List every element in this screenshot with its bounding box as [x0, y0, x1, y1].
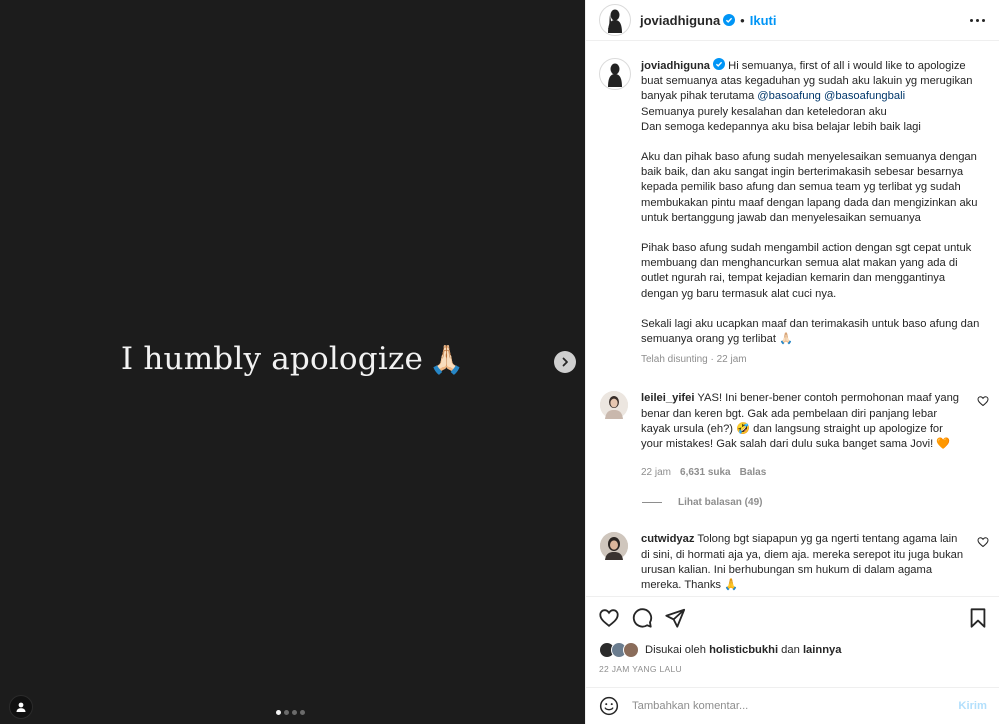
caption-paragraph-1b: Semuanya purely kesalahan dan keteledora…: [641, 105, 887, 118]
user-icon: [16, 702, 26, 712]
comment-icon: [632, 607, 653, 628]
heart-outline-icon[interactable]: [977, 395, 989, 407]
liker-avatar: [623, 642, 639, 658]
carousel-dot: [284, 710, 289, 715]
caption-paragraph-3: Pihak baso afung sudah mengambil action …: [641, 242, 972, 300]
verified-badge-icon: [713, 58, 725, 70]
bookmark-icon: [970, 607, 986, 628]
pray-emoji: 🙏🏻: [429, 343, 465, 376]
caption-text: joviadhiguna Hi semuanya, first of all i…: [641, 58, 981, 367]
caption-paragraph-4: Sekali lagi aku ucapkan maaf dan terimak…: [641, 317, 980, 346]
post-caption: joviadhiguna Hi semuanya, first of all i…: [586, 42, 999, 367]
liked-by-user[interactable]: holisticbukhi: [709, 644, 778, 656]
comment-button[interactable]: [631, 607, 653, 629]
avatar-photo-icon: [600, 532, 628, 561]
post-timestamp[interactable]: 22 JAM YANG LALU: [599, 664, 682, 674]
like-button[interactable]: [598, 607, 620, 629]
comment-composer: Kirim: [586, 687, 999, 724]
mention-link[interactable]: @basoafung: [757, 90, 821, 102]
mention-link[interactable]: @basoafungbali: [824, 90, 905, 102]
header-separator: •: [740, 12, 745, 28]
carousel-indicator: [276, 710, 305, 715]
post-sidebar: joviadhiguna • Ikuti joviadhiguna Hi sem…: [585, 0, 999, 724]
avatar-silhouette-icon: [608, 63, 622, 87]
comment-item: leilei_yifei YAS! Ini bener-bener contoh…: [586, 391, 999, 480]
media-caption-text: I humbly apologize 🙏🏻: [0, 341, 585, 377]
liked-by: Disukai oleh holisticbukhi dan lainnya: [599, 642, 985, 658]
share-button[interactable]: [664, 607, 686, 629]
chevron-right-icon: [562, 357, 568, 367]
caption-paragraph-2: Aku dan pihak baso afung sudah menyelesa…: [641, 151, 978, 224]
commenter-avatar[interactable]: [600, 532, 628, 561]
comments-scroll-area[interactable]: joviadhiguna Hi semuanya, first of all i…: [586, 42, 999, 595]
commenter-username[interactable]: cutwidyaz: [641, 533, 694, 545]
comment-likes[interactable]: 6,631 suka: [680, 465, 731, 480]
emoji-icon[interactable]: [599, 696, 619, 716]
commenter-avatar[interactable]: [600, 391, 628, 420]
carousel-dot: [300, 710, 305, 715]
caption-username[interactable]: joviadhiguna: [641, 60, 710, 72]
comment-time: 22 jam: [641, 467, 672, 479]
comment-meta: 22 jam 6,631 suka Balas: [641, 465, 965, 480]
comment-body: cutwidyaz Tolong bgt siapapun yg ga nger…: [641, 532, 965, 593]
comment-body: leilei_yifei YAS! Ini bener-bener contoh…: [641, 391, 965, 480]
post-media[interactable]: I humbly apologize 🙏🏻: [0, 0, 585, 724]
avatar-photo-icon: [600, 391, 628, 420]
liked-by-prefix: Disukai oleh: [645, 644, 706, 656]
avatar-silhouette-icon: [608, 9, 622, 33]
more-horizontal-icon[interactable]: [970, 18, 985, 22]
reply-button[interactable]: Balas: [740, 465, 767, 480]
view-replies-button[interactable]: Lihat balasan (49): [642, 497, 999, 508]
liker-avatars[interactable]: [599, 642, 639, 658]
send-icon: [665, 608, 686, 628]
post-header: joviadhiguna • Ikuti: [586, 0, 999, 41]
caption-meta: Telah disunting · 22 jam: [641, 354, 747, 366]
media-text: I humbly apologize: [120, 341, 424, 377]
liked-by-others[interactable]: lainnya: [803, 644, 842, 656]
follow-button[interactable]: Ikuti: [750, 13, 777, 28]
post-comment-button[interactable]: Kirim: [958, 700, 987, 712]
next-slide-button[interactable]: [554, 351, 576, 373]
tagged-users-button[interactable]: [9, 695, 33, 719]
author-username[interactable]: joviadhiguna: [640, 13, 720, 28]
caption-paragraph-1c: Dan semoga kedepannya aku bisa belajar l…: [641, 120, 921, 133]
post-actions-bar: [586, 596, 999, 638]
comment-input[interactable]: [632, 700, 959, 712]
caption-author-avatar[interactable]: [599, 58, 631, 90]
liked-by-conj: dan: [781, 644, 800, 656]
instagram-post-modal: I humbly apologize 🙏🏻 joviadhiguna • Ikut…: [0, 0, 999, 724]
heart-icon: [599, 608, 619, 627]
view-replies-label: Lihat balasan (49): [678, 497, 763, 509]
commenter-username[interactable]: leilei_yifei: [641, 392, 695, 404]
heart-outline-icon[interactable]: [977, 536, 989, 548]
carousel-dot: [276, 710, 281, 715]
author-avatar[interactable]: [599, 4, 631, 36]
verified-badge-icon: [723, 14, 736, 26]
comment-item: cutwidyaz Tolong bgt siapapun yg ga nger…: [586, 532, 999, 593]
save-button[interactable]: [967, 607, 989, 629]
carousel-dot: [292, 710, 297, 715]
